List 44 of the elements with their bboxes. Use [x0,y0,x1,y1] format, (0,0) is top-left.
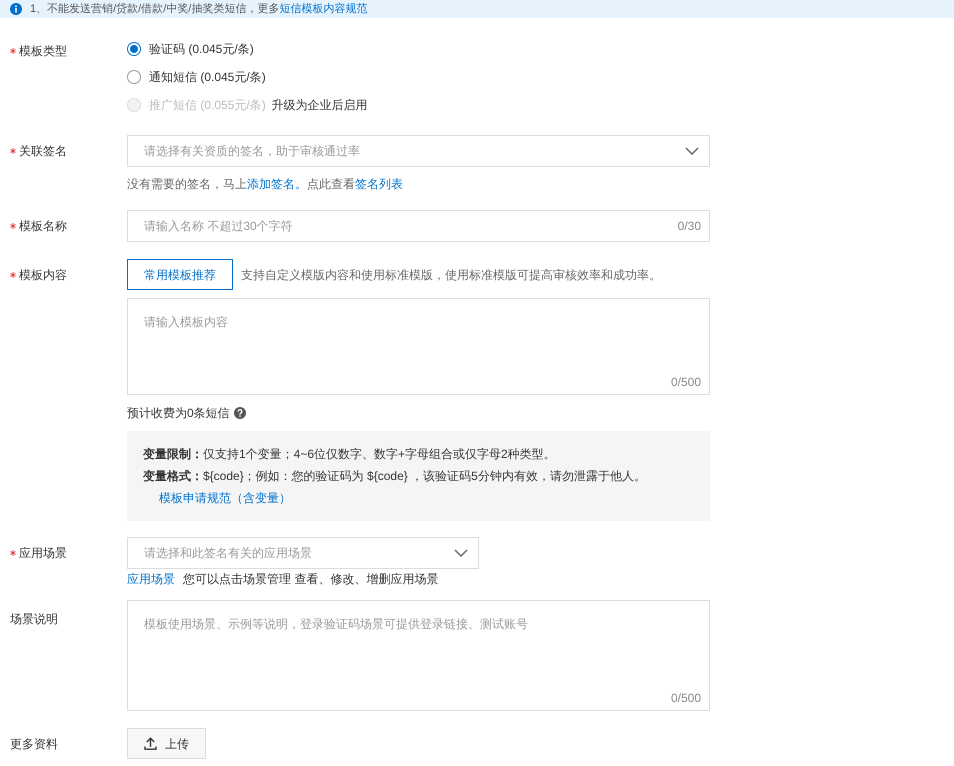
radio-button[interactable] [127,42,141,56]
template-content-label: 模板内容 [19,266,67,284]
info-icon [10,3,22,15]
required-icon [10,550,16,556]
rules-link[interactable]: 模板申请规范（含变量） [159,487,291,509]
content-textarea[interactable]: 请输入模板内容 0/500 [127,298,710,395]
notice-link[interactable]: 短信模板内容规范 [279,2,368,15]
signature-select[interactable]: 请选择有关资质的签名，助于审核通过率 [127,135,710,167]
radio-label[interactable]: 通知短信 (0.045元/条) [149,68,266,86]
character-counter: 0/500 [670,690,701,707]
character-counter: 0/500 [670,374,701,391]
character-counter: 0/30 [678,218,701,235]
more-materials-label: 更多资料 [10,736,58,752]
content-hint: 支持自定义模版内容和使用标准模版，使用标准模版可提高审核效率和成功率。 [241,266,661,284]
recommend-template-button[interactable]: 常用模板推荐 [127,259,233,290]
name-input-field[interactable]: 请输入名称 不超过30个字符 0/30 [127,210,710,242]
upload-icon [144,737,157,750]
scene-select[interactable]: 请选择和此签名有关的应用场景 [127,537,479,569]
chevron-down-icon [454,549,468,557]
notice-text: 1、不能发送营销/贷款/借款/中奖/抽奖类短信，更多短信模板内容规范 [30,2,368,17]
rule-text: 变量限制：仅支持1个变量；4~6位仅数字、数字+字母组合或仅字母2种类型。 [143,446,557,463]
signature-link[interactable]: 签名列表 [355,177,403,191]
required-icon [10,272,16,278]
help-icon[interactable] [234,407,246,419]
signature-hint: 没有需要的签名，马上添加签名。点此查看签名列表 [127,176,404,193]
scene-hint: 您可以点击场景管理 查看、修改、增删应用场景 [183,571,438,588]
required-icon [10,223,16,229]
scene-description-label: 场景说明 [10,611,58,628]
required-icon [10,148,16,154]
signature-link[interactable]: 添加签名。 [247,177,307,191]
fee-estimate: 预计收费为0条短信 [127,405,230,422]
signature-label: 关联签名 [19,143,67,160]
chevron-down-icon [685,147,699,155]
required-icon [10,48,16,54]
upgrade-note: 升级为企业后启用 [272,97,368,114]
radio-label[interactable]: 验证码 (0.045元/条) [149,40,254,58]
description-textarea[interactable]: 模板使用场景、示例等说明，登录验证码场景可提供登录链接、测试账号 0/500 [127,600,710,711]
template-name-label: 模板名称 [19,218,67,235]
scene-label: 应用场景 [19,545,67,562]
template-type-label: 模板类型 [19,43,67,60]
scene-link[interactable]: 应用场景 [127,570,175,588]
upload-button[interactable]: 上传 [127,728,206,759]
rule-text: 变量格式：${code}；例如：您的验证码为 ${code} ，该验证码5分钟内有效，请勿泄露于他人。 [143,468,647,485]
radio-button[interactable] [127,70,141,84]
